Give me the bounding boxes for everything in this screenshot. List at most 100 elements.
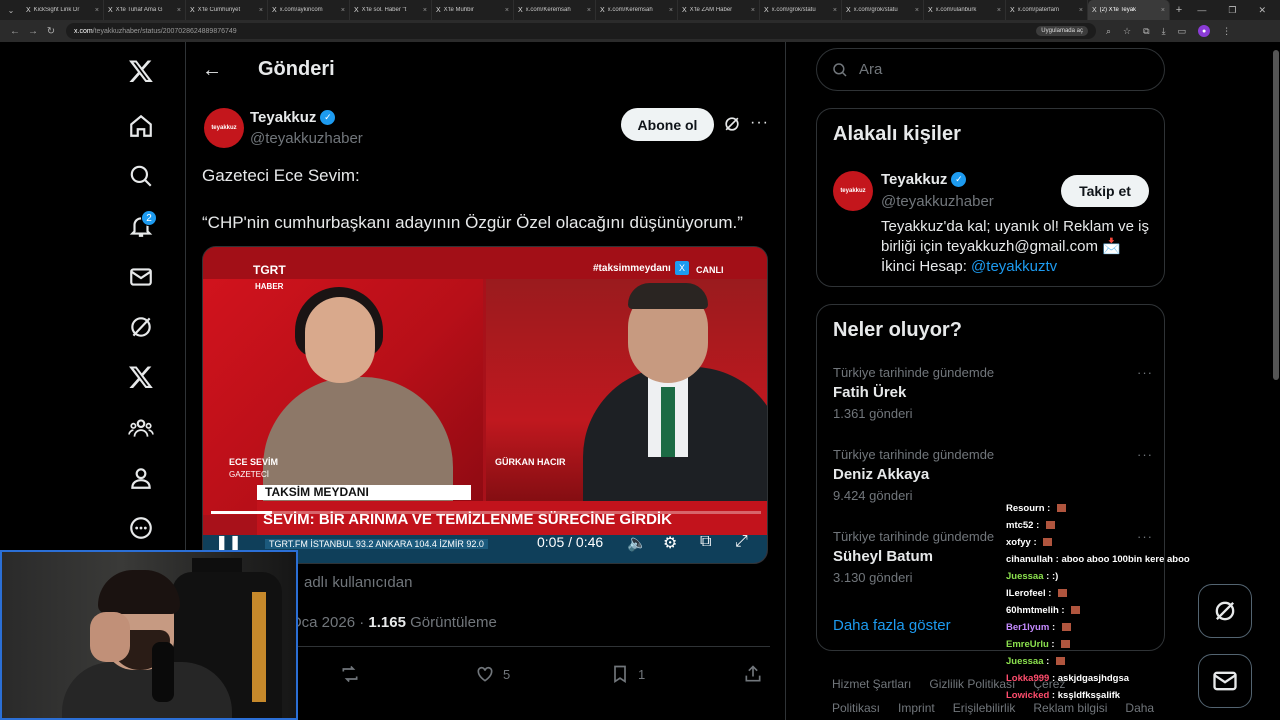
open-in-app-button[interactable]: Uygulamada aç [1036, 26, 1088, 36]
browser-tab[interactable]: Xx.com/Keremsah × [514, 0, 596, 20]
tab-close-icon[interactable]: × [1161, 7, 1165, 14]
fullscreen-icon[interactable]: ⤢ [735, 533, 748, 551]
tweet-video[interactable]: TGRT HABER #taksimmeydanı X CANLI ECE SE… [202, 246, 768, 564]
chat-username[interactable]: Lokka999 [1006, 673, 1049, 684]
download-icon[interactable]: ⤓ [1162, 26, 1166, 37]
share-button[interactable] [743, 664, 763, 684]
new-tab-button[interactable]: + [1170, 4, 1188, 16]
related-handle[interactable]: @teyakkuzhaber [881, 193, 994, 210]
picture-in-picture-icon[interactable]: ⧉ [700, 533, 711, 551]
author-name[interactable]: Teyakkuz [250, 109, 316, 126]
like-button[interactable]: 5 [475, 664, 510, 684]
tab-close-icon[interactable]: × [423, 7, 427, 14]
home-icon[interactable] [126, 111, 156, 141]
chat-username[interactable]: EmreUrlu [1006, 639, 1049, 650]
footer-link[interactable]: Imprint [898, 701, 935, 715]
browser-tab[interactable]: X KickSight Link Dr × [22, 0, 104, 20]
search-box[interactable] [816, 48, 1165, 91]
tab-close-icon[interactable]: × [505, 7, 509, 14]
tab-close-icon[interactable]: × [95, 7, 99, 14]
browser-tab[interactable]: Xx.com/Keremsah × [596, 0, 678, 20]
volume-icon[interactable]: 🔈 [627, 533, 647, 553]
messages-envelope-icon[interactable] [126, 262, 156, 292]
browser-menu-icon[interactable]: ⋮ [1222, 26, 1231, 37]
tab-search-icon[interactable]: ⌄ [0, 0, 22, 20]
more-options-circle-icon[interactable] [126, 513, 156, 543]
tab-close-icon[interactable]: × [177, 7, 181, 14]
browser-tab[interactable]: Xx.com/ulanburk × [924, 0, 1006, 20]
explore-search-icon[interactable] [126, 161, 156, 191]
browser-tab[interactable]: Xx.com/aykiricom × [268, 0, 350, 20]
related-avatar[interactable]: teyakkuz [833, 171, 873, 211]
maximize-icon[interactable]: ❐ [1228, 5, 1236, 16]
settings-gear-icon[interactable]: ⚙ [663, 533, 677, 553]
tab-close-icon[interactable]: × [915, 7, 919, 14]
profile-avatar[interactable]: ● [1198, 25, 1211, 37]
browser-tab[interactable]: X X'te Muhbir × [432, 0, 514, 20]
browser-tab[interactable]: X X'te Tuhaf Ama G × [104, 0, 186, 20]
search-input[interactable] [859, 61, 1139, 78]
chat-username[interactable]: ILerofeel [1006, 588, 1046, 599]
related-name-row[interactable]: Teyakkuz ✓ [881, 171, 967, 188]
author-avatar[interactable]: teyakkuz [204, 108, 244, 148]
trend-item[interactable]: Türkiye tarihinde gündemde Fatih Ürek 1.… [833, 365, 1153, 421]
footer-link[interactable]: Hizmet Şartları [832, 677, 911, 691]
premium-x-icon[interactable] [126, 362, 156, 392]
chat-username[interactable]: Juessaa [1006, 571, 1044, 582]
chat-username[interactable]: cihanullah [1006, 554, 1053, 565]
grok-fab-button[interactable] [1198, 584, 1252, 638]
show-more-link[interactable]: Daha fazla göster [833, 617, 951, 634]
browser-tab[interactable]: Xx.com/grok/statu × [842, 0, 924, 20]
chat-username[interactable]: mtc52 [1006, 520, 1033, 531]
browser-tab[interactable]: Xx.com/paterfam × [1006, 0, 1088, 20]
bookmark-button[interactable]: 1 [610, 664, 645, 684]
browser-tab[interactable]: X X'te Cumhuriyet × [186, 0, 268, 20]
minimize-icon[interactable]: — [1197, 5, 1206, 16]
chat-username[interactable]: 60hmtmelih [1006, 605, 1059, 616]
extensions-icon[interactable]: ⧉ [1143, 26, 1149, 37]
zoom-icon[interactable]: ⌕ [1106, 26, 1111, 37]
grok-explain-icon[interactable] [722, 114, 742, 134]
back-nav-icon[interactable]: ← [6, 26, 24, 37]
browser-tab[interactable]: X X'te sol. Haber "t × [350, 0, 432, 20]
chat-username[interactable]: Ber1lyum [1006, 622, 1049, 633]
author-name-row[interactable]: Teyakkuz ✓ [250, 109, 336, 126]
tab-close-icon[interactable]: × [341, 7, 345, 14]
browser-tab[interactable]: X X'te ZAM Haber × [678, 0, 760, 20]
related-bio-link[interactable]: @teyakkuztv [971, 258, 1057, 275]
tweet-date[interactable]: Oca 2026 · [290, 614, 368, 631]
chat-username[interactable]: Resourn [1006, 503, 1045, 514]
chat-username[interactable]: Juessaa [1006, 656, 1044, 667]
subscribe-button[interactable]: Abone ol [621, 108, 714, 141]
video-progress-bar[interactable] [211, 511, 761, 514]
tab-close-icon[interactable]: × [669, 7, 673, 14]
sidebar-icon[interactable]: ▭ [1178, 26, 1187, 37]
reload-icon[interactable]: ↻ [42, 26, 60, 37]
tab-close-icon[interactable]: × [587, 7, 591, 14]
x-logo-icon[interactable] [126, 56, 156, 86]
tab-close-icon[interactable]: × [1079, 7, 1083, 14]
repost-button[interactable] [340, 664, 360, 684]
author-handle[interactable]: @teyakkuzhaber [250, 130, 363, 147]
communities-icon[interactable] [126, 413, 156, 443]
chat-username[interactable]: xofyy [1006, 537, 1031, 548]
tab-close-icon[interactable]: × [833, 7, 837, 14]
trend-item[interactable]: Türkiye tarihinde gündemde Deniz Akkaya … [833, 447, 1153, 503]
tab-close-icon[interactable]: × [751, 7, 755, 14]
forward-nav-icon[interactable]: → [24, 26, 42, 37]
chat-username[interactable]: Lowicked [1006, 690, 1049, 701]
tab-close-icon[interactable]: × [997, 7, 1001, 14]
address-bar[interactable]: x.com/teyakkuzhaber/status/2007028624889… [66, 23, 1096, 39]
more-options-icon[interactable]: ··· [750, 114, 769, 132]
browser-tab[interactable]: X (2) X'te Teyak × [1088, 0, 1170, 20]
related-name[interactable]: Teyakkuz [881, 171, 947, 188]
grok-icon[interactable] [126, 312, 156, 342]
browser-tab[interactable]: Xx.com/grok/statu × [760, 0, 842, 20]
scrollbar-thumb[interactable] [1273, 50, 1279, 380]
bookmark-star-icon[interactable]: ☆ [1123, 26, 1131, 37]
trend-more-icon[interactable]: ··· [1137, 365, 1153, 380]
trend-more-icon[interactable]: ··· [1137, 447, 1153, 462]
close-window-icon[interactable]: ✕ [1258, 5, 1266, 16]
back-arrow-icon[interactable]: ← [202, 59, 222, 82]
messages-fab-button[interactable] [1198, 654, 1252, 708]
